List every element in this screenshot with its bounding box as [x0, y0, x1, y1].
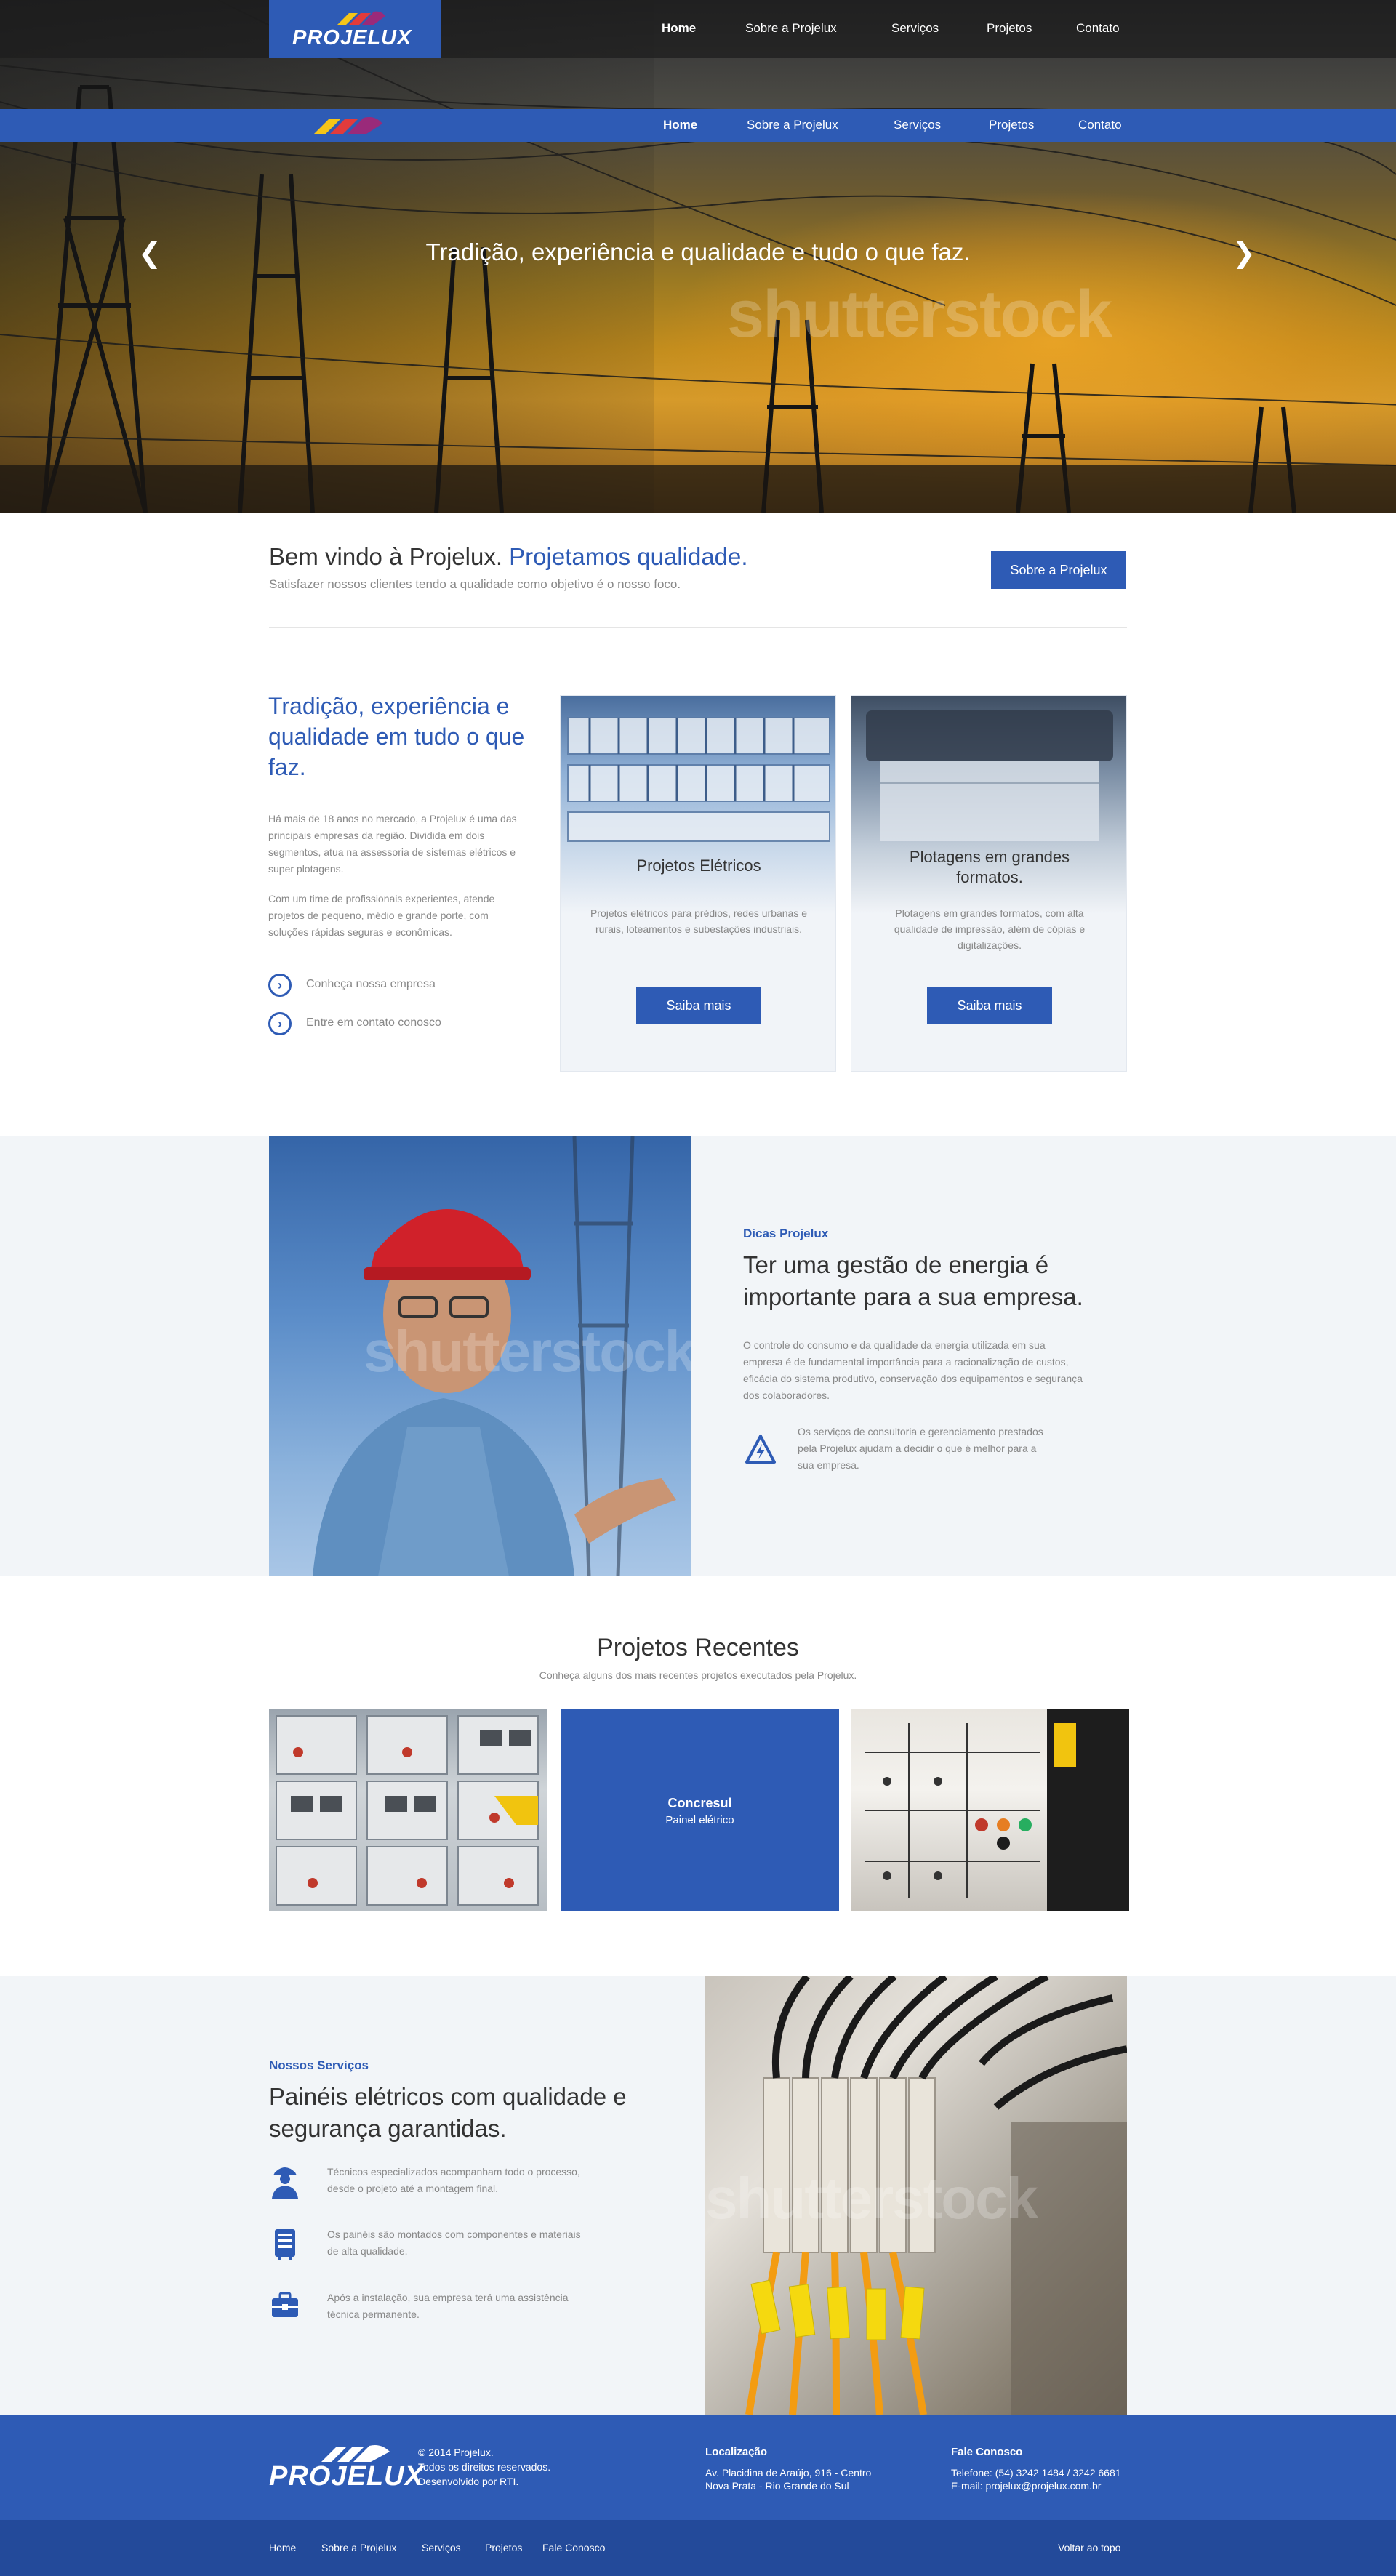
- services-label: Nossos Serviços: [269, 2058, 369, 2072]
- project-subtitle: Painel elétrico: [665, 1814, 734, 1826]
- card-description: Projetos elétricos para prédios, redes u…: [590, 907, 808, 935]
- sticky-logo-icon[interactable]: [313, 115, 397, 135]
- link-contact-label[interactable]: Entre em contato conosco: [306, 1016, 441, 1030]
- project-tile-1[interactable]: [269, 1709, 547, 1911]
- nav-projetos[interactable]: Projetos: [987, 21, 1032, 36]
- back-to-top-link[interactable]: Voltar ao topo: [1058, 2542, 1120, 2553]
- chevron-circle-icon: ›: [268, 1012, 292, 1035]
- watermark: shutterstock: [727, 277, 1112, 351]
- section-divider: [269, 627, 1127, 628]
- footer-location-title: Localização: [705, 2446, 768, 2458]
- welcome-title-accent: Projetamos qualidade.: [509, 543, 748, 570]
- chevron-circle-icon: ›: [268, 974, 292, 997]
- tips-highlight: Os serviços de consultoria e gerenciamen…: [798, 1426, 1043, 1471]
- welcome-title: Bem vindo à Projelux. Projetamos qualida…: [269, 543, 748, 571]
- breaker-rows: [567, 717, 830, 842]
- recent-title: Projetos Recentes: [597, 1634, 799, 1661]
- sticky-nav-projetos[interactable]: Projetos: [989, 118, 1034, 132]
- service-item: Os painéis são montados com componentes …: [269, 2226, 603, 2270]
- footer-email[interactable]: E-mail: projelux@projelux.com.br: [951, 2479, 1101, 2492]
- footer-contact-title: Fale Conosco: [951, 2446, 1023, 2458]
- welcome-title-plain: Bem vindo à Projelux.: [269, 543, 502, 570]
- footer-link-home[interactable]: Home: [269, 2542, 296, 2553]
- service-text: Os painéis são montados com componentes …: [327, 2228, 581, 2257]
- chevron-left-icon[interactable]: ❮: [138, 237, 161, 270]
- top-navbar: [0, 0, 1396, 58]
- footer-link-projetos[interactable]: Projetos: [485, 2542, 522, 2553]
- logo-wing-icon: [337, 11, 385, 25]
- tips-paragraph: O controle do consumo e da qualidade da …: [743, 1339, 1083, 1401]
- about-title: Tradição, experiência e qualidade em tud…: [268, 693, 525, 780]
- service-text: Técnicos especializados acompanham todo …: [327, 2166, 580, 2194]
- sticky-navbar: Home Sobre a Projelux Serviços Projetos …: [0, 109, 1396, 142]
- footer-location-line-2: Nova Prata - Rio Grande do Sul: [705, 2480, 849, 2492]
- about-button[interactable]: Sobre a Projelux: [991, 551, 1126, 589]
- terminal-blocks-photo: shutterstock: [705, 1976, 1127, 2415]
- footer-link-servicos[interactable]: Serviços: [422, 2542, 461, 2553]
- sticky-nav-sobre[interactable]: Sobre a Projelux: [747, 118, 838, 132]
- footer-copyright-3: Desenvolvido por RTI.: [418, 2476, 519, 2487]
- sticky-nav-contato[interactable]: Contato: [1078, 118, 1122, 132]
- footer-link-sobre[interactable]: Sobre a Projelux: [321, 2542, 397, 2553]
- footer-link-contato[interactable]: Fale Conosco: [542, 2542, 605, 2553]
- lightning-warning-icon: [745, 1435, 776, 1464]
- service-item: Técnicos especializados acompanham todo …: [269, 2164, 603, 2207]
- about-paragraph-2: Com um time de profissionais experientes…: [268, 893, 495, 938]
- chevron-right-icon[interactable]: ❯: [1232, 237, 1256, 270]
- sticky-nav-home[interactable]: Home: [663, 118, 697, 132]
- logo-text[interactable]: PROJELUX: [292, 26, 412, 50]
- service-item: Após a instalação, sua empresa terá uma …: [269, 2290, 603, 2333]
- electrical-panel-photo: [561, 696, 835, 914]
- footer-phone: Telefone: (54) 3242 1484 / 3242 6681: [951, 2467, 1121, 2479]
- nav-servicos[interactable]: Serviços: [891, 21, 939, 36]
- card-description: Plotagens em grandes formatos, com alta …: [894, 907, 1086, 951]
- footer: [0, 2415, 1396, 2520]
- nav-home[interactable]: Home: [662, 21, 696, 36]
- card-title: Plotagens em grandes formatos.: [909, 848, 1070, 886]
- project-title: Concresul: [667, 1796, 732, 1810]
- footer-location-line-1: Av. Placidina de Araújo, 916 - Centro: [705, 2467, 872, 2479]
- toolbox-icon: [272, 2292, 298, 2317]
- footer-copyright-2: Todos os direitos reservados.: [418, 2461, 551, 2473]
- panel-icon: [275, 2229, 295, 2260]
- watermark: shutterstock: [705, 2166, 1038, 2231]
- sticky-nav-servicos[interactable]: Serviços: [894, 118, 941, 132]
- switchboard-photo: [276, 1715, 539, 1906]
- link-company-label[interactable]: Conheça nossa empresa: [306, 978, 436, 991]
- project-tile-3[interactable]: [851, 1709, 1129, 1911]
- about-paragraph-1: Há mais de 18 anos no mercado, a Projelu…: [268, 813, 517, 875]
- card-plotting: Plotagens em grandes formatos. Plotagens…: [851, 695, 1127, 1072]
- hero-caption: Tradição, experiência e qualidade e tudo…: [425, 238, 971, 265]
- tips-title: Ter uma gestão de energia é importante p…: [743, 1251, 1083, 1310]
- watermark: shutterstock: [364, 1319, 691, 1384]
- technician-icon: [272, 2167, 298, 2199]
- project-tile-featured[interactable]: Concresul Painel elétrico: [561, 1709, 839, 1911]
- service-text: Após a instalação, sua empresa terá uma …: [327, 2292, 569, 2320]
- tips-section: [0, 1136, 1396, 1576]
- services-section: [0, 1976, 1396, 2415]
- control-panel-photo: [865, 1709, 1129, 1911]
- nav-contato[interactable]: Contato: [1076, 21, 1120, 36]
- recent-subtitle: Conheça alguns dos mais recentes projeto…: [539, 1669, 857, 1681]
- learn-more-button[interactable]: Saiba mais: [927, 987, 1052, 1024]
- welcome-subtitle: Satisfazer nossos clientes tendo a quali…: [269, 577, 681, 591]
- learn-more-button[interactable]: Saiba mais: [636, 987, 761, 1024]
- footer-copyright-1: © 2014 Projelux.: [418, 2447, 494, 2458]
- footer-logo-text[interactable]: PROJELUX: [269, 2461, 424, 2492]
- engineer-photo: shutterstock: [269, 1136, 691, 1576]
- services-title: Painéis elétricos com qualidade e segura…: [269, 2083, 627, 2142]
- nav-sobre[interactable]: Sobre a Projelux: [745, 21, 837, 36]
- card-electric-projects: Projetos Elétricos Projetos elétricos pa…: [560, 695, 836, 1072]
- card-title: Projetos Elétricos: [636, 856, 761, 875]
- subfooter: [0, 2520, 1396, 2576]
- tips-label: Dicas Projelux: [743, 1227, 829, 1240]
